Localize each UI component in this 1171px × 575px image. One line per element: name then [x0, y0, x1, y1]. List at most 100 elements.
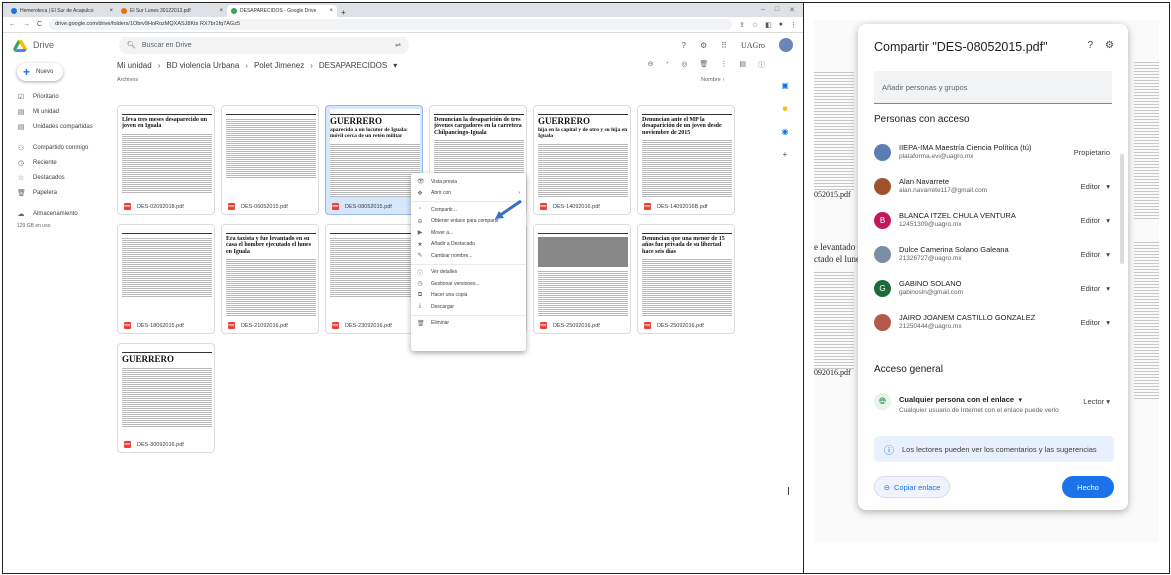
- bg-text: 052015.pdf: [814, 190, 851, 199]
- menu-item[interactable]: ▶ Mover a...: [411, 227, 526, 239]
- minimize-icon[interactable]: –: [761, 6, 765, 14]
- thumbnail-text-lines: [642, 257, 732, 316]
- thumbnail-text-lines: [330, 237, 420, 297]
- browser-tab-0[interactable]: Hemeroteca | El Sur de Acapulco ×: [7, 5, 117, 17]
- file-card[interactable]: PDF DES-18062015.pdf: [117, 224, 215, 334]
- avatar[interactable]: [779, 38, 793, 52]
- general-access-select[interactable]: Cualquier persona con el enlace ▾: [899, 389, 1059, 407]
- role-label: Editor: [1080, 181, 1101, 191]
- role-select[interactable]: Editor ▾: [1081, 250, 1114, 259]
- forward-icon[interactable]: →: [23, 21, 30, 28]
- help-icon[interactable]: ?: [1087, 40, 1093, 51]
- more-icon[interactable]: ⋮: [720, 60, 727, 70]
- file-card[interactable]: PDF DES-06052015.pdf: [221, 105, 319, 215]
- menu-divider: [411, 263, 526, 265]
- sort-button[interactable]: Nombre ↑: [701, 77, 765, 83]
- file-card[interactable]: GUERRERO hija en la capital y de otro y s…: [533, 105, 631, 215]
- role-select[interactable]: Editor ▾: [1081, 216, 1114, 225]
- settings-gear-icon[interactable]: ⚙: [1105, 40, 1114, 51]
- maximize-icon[interactable]: □: [775, 6, 779, 14]
- list-view-icon[interactable]: ▤: [739, 60, 746, 70]
- reload-icon[interactable]: C: [37, 21, 42, 28]
- file-card[interactable]: PDF DES-23092016.pdf: [325, 224, 423, 334]
- add-addon-icon[interactable]: +: [783, 150, 788, 159]
- thumbnail-headline: Denuncian la desaparición de tres jóvene…: [434, 117, 522, 136]
- chevron-down-icon[interactable]: ▾: [393, 61, 397, 70]
- sidepanel-icon[interactable]: ◧: [765, 21, 772, 29]
- file-card[interactable]: GUERRERO PDF DES-30092016.pdf: [117, 343, 215, 453]
- link-icon[interactable]: ⊖: [648, 60, 654, 70]
- sidebar-item-compartido[interactable]: ⚇ Compartido conmigo: [3, 140, 111, 155]
- done-button[interactable]: Hecho: [1062, 476, 1114, 498]
- menu-item[interactable]: ✎ Cambiar nombre...: [411, 250, 526, 262]
- general-role-select[interactable]: Lector ▾: [1083, 397, 1114, 406]
- sidebar-item-destacados[interactable]: ☆ Destacados: [3, 170, 111, 185]
- copy-link-button[interactable]: ⊖ Copiar enlace: [874, 476, 950, 498]
- breadcrumb-item-current[interactable]: DESAPARECIDOS: [319, 61, 387, 70]
- eye-icon[interactable]: ◎: [681, 60, 687, 70]
- add-people-input[interactable]: Añadir personas y grupos: [874, 71, 1112, 104]
- file-card[interactable]: Era taxista y fue levantado en su casa e…: [221, 224, 319, 334]
- menu-item[interactable]: 🗑 Eliminar: [411, 318, 526, 330]
- help-icon[interactable]: ?: [682, 41, 686, 50]
- search-options-icon[interactable]: ⇌: [395, 41, 401, 49]
- role-select[interactable]: Editor ▾: [1081, 284, 1114, 293]
- close-icon[interactable]: ×: [219, 8, 223, 14]
- close-icon[interactable]: ×: [329, 8, 333, 14]
- breadcrumb-item[interactable]: Polet Jimenez: [254, 61, 304, 70]
- dialog-actions: ? ⚙: [1087, 40, 1114, 51]
- bookmark-star-icon[interactable]: ☆: [752, 21, 758, 29]
- keep-icon[interactable]: ■: [783, 104, 788, 113]
- menu-item[interactable]: ⧉ Hacer una copia: [411, 290, 526, 302]
- sidebar-item-almacenamiento[interactable]: ☁ Almacenamiento: [3, 206, 111, 221]
- sidebar-item-unidades-compartidas[interactable]: ▤ Unidades compartidas: [3, 119, 111, 134]
- scrollbar[interactable]: [1120, 154, 1124, 264]
- role-select[interactable]: Editor ▾: [1081, 318, 1114, 327]
- share-page-icon[interactable]: ⇪: [739, 21, 745, 29]
- menu-item[interactable]: ✥ Abrir con ›: [411, 188, 526, 200]
- search-bar[interactable]: 🔍︎ Buscar en Drive ⇌: [119, 36, 409, 54]
- file-card[interactable]: Denuncian que una menor de 15 años fue p…: [637, 224, 735, 334]
- url-field[interactable]: drive.google.com/drive/folders/1Obrv9HoR…: [49, 19, 732, 30]
- trash-icon[interactable]: 🗑: [699, 60, 708, 70]
- breadcrumb-item[interactable]: BD violencia Urbana: [166, 61, 239, 70]
- file-card[interactable]: GUERRERO aparecido a un locutor de Iguala…: [325, 105, 423, 215]
- close-icon[interactable]: ×: [109, 8, 113, 14]
- file-card[interactable]: PDF DES-25092016.pdf: [533, 224, 631, 334]
- menu-item[interactable]: ⓘ Ver detalles: [411, 267, 526, 279]
- sidebar-item-mi-unidad[interactable]: ▤ Mi unidad: [3, 104, 111, 119]
- add-person-icon[interactable]: ⁺: [666, 60, 670, 70]
- close-window-icon[interactable]: ✕: [789, 6, 795, 14]
- file-card[interactable]: Lleva tres meses desaparecido un joven e…: [117, 105, 215, 215]
- menu-kebab-icon[interactable]: ⋮: [790, 21, 797, 29]
- person-info: Alan Navarrete alan.navarrete117@gmail.co…: [899, 177, 987, 196]
- tab-strip: Hemeroteca | El Sur de Acapulco × El Sur …: [3, 3, 803, 17]
- person-info: GABINO SOLANO gabinosln@gmail.com: [899, 279, 963, 298]
- apps-grid-icon[interactable]: ⠿: [721, 41, 727, 50]
- sidebar-item-prioritario[interactable]: ☑ Prioritario: [3, 89, 111, 104]
- thumbnail-headline: GUERRERO: [122, 354, 175, 364]
- file-footer: PDF DES-25092016.pdf: [540, 322, 600, 329]
- info-icon[interactable]: ⓘ: [758, 60, 765, 70]
- sidebar-item-papelera[interactable]: 🗑 Papelera: [3, 185, 111, 200]
- menu-item[interactable]: 👁 Vista previa: [411, 176, 526, 188]
- file-card[interactable]: Denuncian ante el MP la desaparición de …: [637, 105, 735, 215]
- back-icon[interactable]: ←: [9, 21, 16, 28]
- new-tab-button[interactable]: +: [337, 8, 350, 17]
- browser-tab-1[interactable]: El Sur Lunes 30122013.pdf ×: [117, 5, 227, 17]
- thumbnail-masthead: [226, 109, 316, 115]
- menu-item[interactable]: ◷ Gestionar versiones...: [411, 278, 526, 290]
- role-select[interactable]: Editor ▾: [1081, 182, 1114, 191]
- text-cursor: [788, 487, 789, 495]
- profile-icon[interactable]: ●: [779, 21, 783, 28]
- sidebar-item-reciente[interactable]: ◷ Reciente: [3, 155, 111, 170]
- calendar-icon[interactable]: ▣: [781, 81, 789, 90]
- new-button[interactable]: + Nuevo: [17, 63, 63, 81]
- browser-tab-2[interactable]: DESAPARECIDOS - Google Drive ×: [227, 5, 337, 17]
- tasks-icon[interactable]: ◉: [782, 127, 789, 136]
- breadcrumb-item[interactable]: Mi unidad: [117, 61, 152, 70]
- settings-gear-icon[interactable]: ⚙: [700, 41, 707, 50]
- menu-item[interactable]: ★ Añadir a Destacado: [411, 239, 526, 251]
- search-input[interactable]: Buscar en Drive: [142, 42, 192, 49]
- menu-item[interactable]: ⤓ Descargar: [411, 301, 526, 313]
